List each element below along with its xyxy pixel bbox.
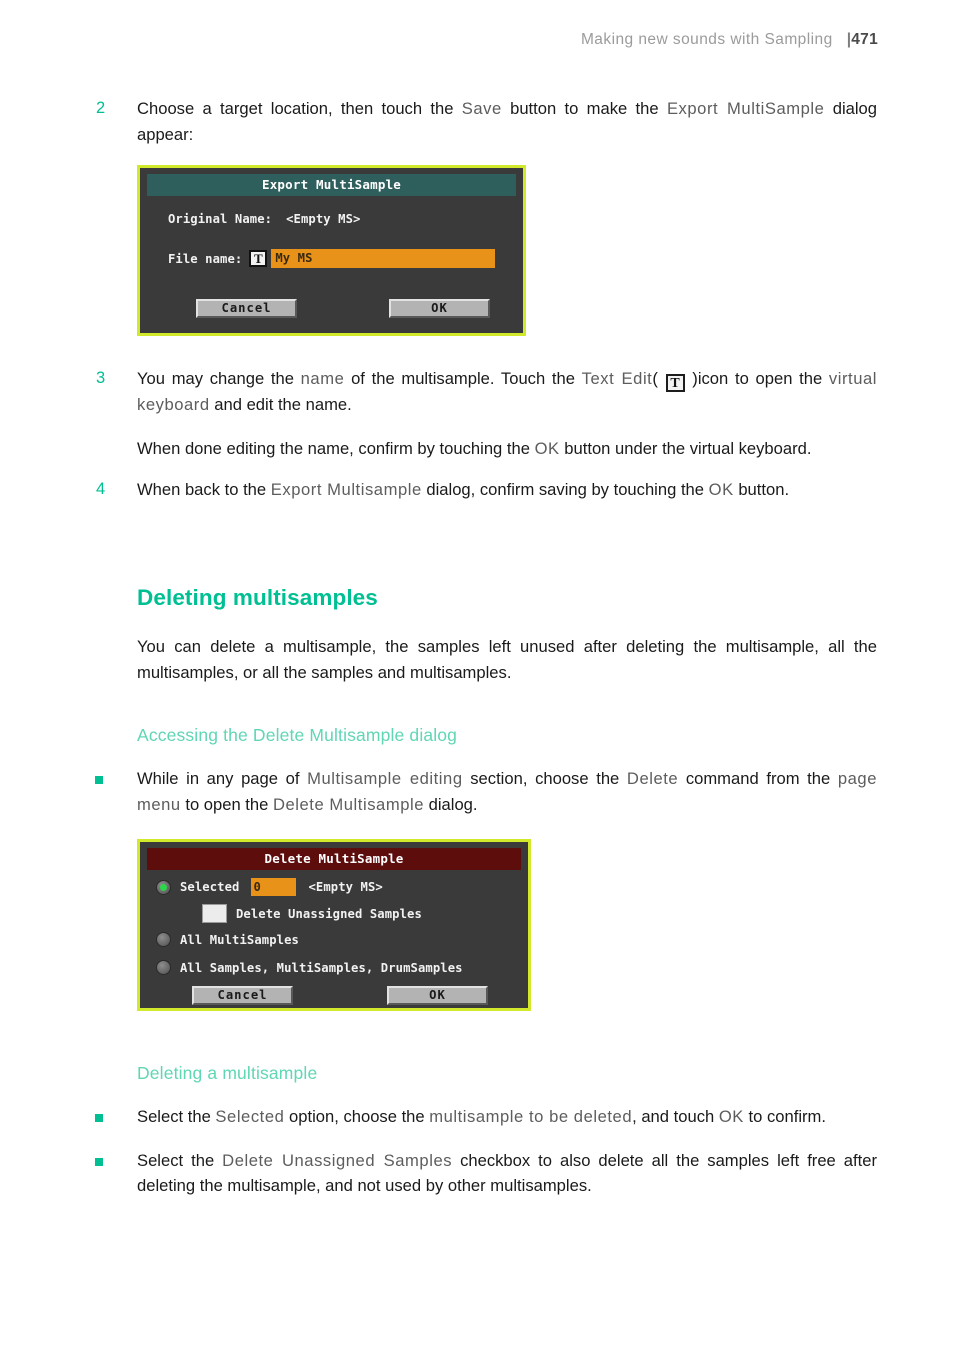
step-4-ui-ok: OK [708,480,734,499]
step-2-text-a: Choose a target location, then touch the [137,99,462,118]
bullet-del1-c: , and touch [632,1107,719,1126]
bullet-accessing-delete-dialog: While in any page of Multisample editing… [95,766,877,817]
bullet-del1-ui-ok: OK [718,1107,744,1126]
bullet-del1-a: Select the [137,1107,216,1126]
subheading-deleting-a-multisample: Deleting a multisample [137,1063,318,1083]
delete-unassigned-samples-row[interactable]: Delete Unassigned Samples [202,904,422,923]
export-original-name-value: <Empty MS> [286,212,361,226]
delete-option-selected-row[interactable]: Selected 0 <Empty MS> [156,878,383,896]
step-2-ui-export-multisample: Export MultiSample [666,99,825,118]
bullet-access-ui-delete-multisample: Delete Multisample [272,794,424,814]
export-cancel-button[interactable]: Cancel [196,299,297,318]
bullet-access-d: to open the [180,794,273,814]
step-3-text-c: icon to open the [697,369,829,388]
page-content: 2 Choose a target location, then touch t… [95,96,877,1201]
delete-dialog-titlebar: Delete MultiSample [147,848,521,870]
step-3-text-a: You may change the [137,369,301,388]
bullet-del1-ui-selected: Selected [215,1107,285,1126]
page-running-header: Making new sounds with Sampling |471 [0,31,878,49]
step-2-ui-save: Save [461,99,502,118]
bullet-del1-b: option, choose the [284,1107,430,1126]
export-file-name-label: File name: [168,251,243,266]
delete-multisample-name: <Empty MS> [308,880,383,894]
step-3-paren-open: ( [652,369,665,388]
bullet-accessing-text: While in any page of Multisample editing… [137,766,877,817]
step-2: 2 Choose a target location, then touch t… [95,96,877,147]
step-3-ui-name: name [300,369,345,388]
export-dialog-buttons: Cancel OK [140,299,523,318]
step-4: 4 When back to the Export Multisample di… [95,477,877,503]
delete-cancel-button[interactable]: Cancel [192,986,293,1005]
bullet-delete-unassigned-samples: Select the Delete Unassigned Samples che… [95,1148,877,1199]
bullet-access-b: section, choose the [462,769,627,788]
export-multisample-figure: Export MultiSample Original Name: <Empty … [137,165,877,336]
bullet-access-ui-multisample-editing: Multisample editing [307,769,463,788]
export-file-name-row: File name: T My MS [168,249,496,268]
step-3-followup-a: When done editing the name, confirm by t… [137,438,535,458]
delete-unassigned-samples-label: Delete Unassigned Samples [236,906,422,921]
step-3: 3 You may change the name of the multisa… [95,366,877,418]
step-2-text-b: button to make the [501,99,667,118]
bullet-access-c: command from the [678,769,838,788]
step-3-text-d: and edit the name. [209,395,352,414]
bullet-marker-icon [95,1104,137,1130]
delete-multisample-figure: Delete MultiSample Selected 0 <Empty MS>… [137,839,877,1011]
delete-option-all-multisamples-row[interactable]: All MultiSamples [156,932,299,947]
delete-ok-button[interactable]: OK [387,986,488,1005]
step-3-followup-paragraph: When done editing the name, confirm by t… [137,436,877,462]
export-dialog-titlebar: Export MultiSample [147,174,516,196]
step-3-text-b: of the multisample. Touch the [344,369,582,388]
text-edit-icon[interactable]: T [249,250,268,267]
step-3-followup-ui-ok: OK [534,438,560,458]
step-3-ui-text-edit: Text Edit [581,369,653,388]
radio-all-multisamples-icon[interactable] [156,932,171,947]
export-multisample-dialog: Export MultiSample Original Name: <Empty … [137,165,526,336]
header-title: Making new sounds with Sampling [580,31,833,48]
export-file-name-input[interactable]: My MS [271,249,496,268]
step-3-followup-b: button under the virtual keyboard. [559,438,812,458]
delete-option-all-multisamples-label: All MultiSamples [180,932,299,947]
bullet-del1-ui-multisample-to-be-deleted: multisample to be deleted [429,1107,633,1126]
step-2-number: 2 [96,99,106,117]
bullet-deleting2-text: Select the Delete Unassigned Samples che… [137,1148,877,1199]
subheading-accessing-delete-dialog: Accessing the Delete Multisample dialog [137,725,458,745]
step-4-text: When back to the Export Multisample dial… [137,477,877,503]
step-3-text: You may change the name of the multisamp… [137,366,877,418]
section-intro-paragraph: You can delete a multisample, the sample… [137,637,877,682]
bullet-deleting1-text: Select the Selected option, choose the m… [137,1104,877,1130]
bullet-access-a: While in any page of [137,769,308,788]
export-original-name-label: Original Name: [168,212,273,226]
delete-dialog-buttons: Cancel OK [140,986,528,1005]
section-heading-deleting-multisamples: Deleting multisamples [137,584,378,610]
bullet-marker-icon [95,766,137,817]
bullet-select-selected-option: Select the Selected option, choose the m… [95,1104,877,1130]
step-4-text-c: button. [733,480,790,499]
delete-unassigned-samples-checkbox[interactable] [202,904,227,923]
page-number: 471 [851,31,878,48]
bullet-del2-ui-delete-unassigned-samples: Delete Unassigned Samples [222,1150,453,1170]
delete-multisample-dialog: Delete MultiSample Selected 0 <Empty MS>… [137,839,531,1011]
bullet-del2-a: Select the [137,1150,223,1170]
step-4-text-a: When back to the [137,480,271,499]
export-ok-button[interactable]: OK [389,299,490,318]
step-3-number: 3 [96,369,106,387]
delete-option-selected-label: Selected [180,880,240,894]
step-4-ui-export-multisample: Export Multisample [270,480,422,499]
radio-all-samples-icon[interactable] [156,960,171,975]
export-original-name-row: Original Name: <Empty MS> [168,212,361,226]
step-2-text: Choose a target location, then touch the… [137,96,877,147]
delete-option-all-samples-label: All Samples, MultiSamples, DrumSamples [180,960,463,975]
bullet-marker-icon [95,1148,137,1199]
text-edit-inline-icon: T [665,374,685,392]
delete-multisample-index-field[interactable]: 0 [250,878,296,896]
step-3-paren-close: ) [685,369,698,388]
delete-option-all-samples-row[interactable]: All Samples, MultiSamples, DrumSamples [156,960,463,975]
bullet-access-ui-delete: Delete [626,769,679,788]
step-4-number: 4 [96,480,106,498]
step-4-text-b: dialog, confirm saving by touching the [421,480,709,499]
radio-selected-icon[interactable] [156,879,171,895]
bullet-access-e: dialog. [424,794,478,814]
bullet-del1-d: to confirm. [743,1107,826,1126]
